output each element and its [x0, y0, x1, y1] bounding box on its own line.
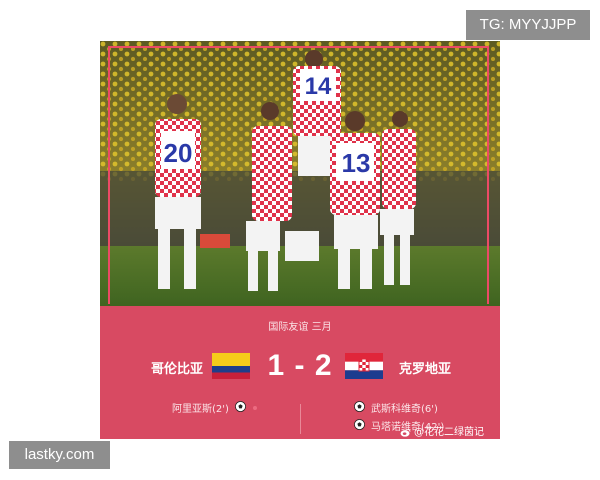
team-celebration-photo: 20 14 13 [100, 41, 500, 306]
away-scorer: 武斯科维奇(6') [371, 404, 438, 415]
watermark: @花花二绿茵记 [400, 423, 484, 438]
match-score: 1 - 2 [267, 349, 333, 382]
match-card: 20 14 13 国际友谊 三月 哥伦比亚 1 - 2 克罗地亚 阿里亚斯(2'… [100, 41, 500, 439]
weibo-icon [400, 428, 411, 437]
svg-text:14: 14 [305, 73, 332, 100]
away-team-name: 克罗地亚 [398, 362, 451, 377]
event-label: 国际友谊 三月 [268, 322, 332, 333]
football-icon [354, 419, 365, 430]
svg-text:20: 20 [164, 138, 193, 168]
svg-text:13: 13 [342, 148, 371, 178]
scorers-divider [300, 404, 301, 434]
croatia-flag-icon [345, 353, 383, 379]
watermark-text: @花花二绿茵记 [414, 427, 484, 438]
football-icon [235, 401, 246, 412]
football-icon [354, 401, 365, 412]
score-panel: 国际友谊 三月 哥伦比亚 1 - 2 克罗地亚 阿里亚斯(2') 武斯科维奇(6… [100, 306, 500, 439]
home-team-name: 哥伦比亚 [150, 362, 203, 377]
tg-badge: TG: MYYJJPP [466, 10, 590, 40]
site-badge: lastky.com [9, 441, 110, 469]
colombia-flag-icon [212, 353, 250, 379]
separator-dot [253, 406, 257, 410]
home-scorer: 阿里亚斯(2') [172, 404, 229, 415]
